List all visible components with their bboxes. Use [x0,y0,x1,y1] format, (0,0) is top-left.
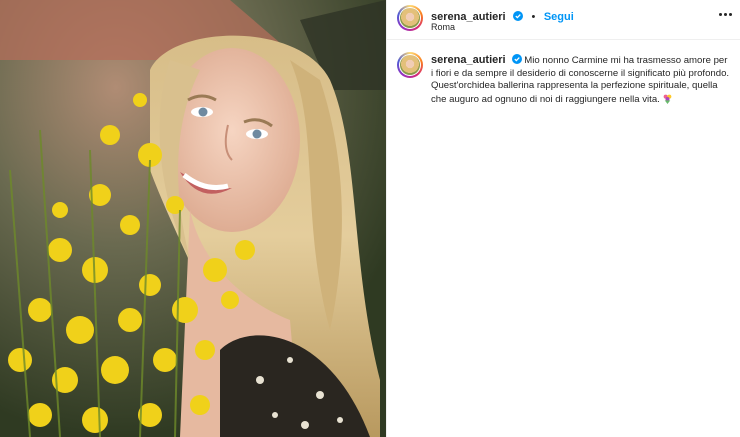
caption-text: serena_autieri Mio nonno Carmine mi ha t… [431,54,731,106]
verified-badge-icon [513,11,524,21]
caption-line-2: Quest'orchidea ballerina rappresenta la … [431,80,718,105]
location-link[interactable]: Roma [431,22,455,32]
follow-button[interactable]: Segui [544,11,574,23]
flower-bouquet-icon [663,94,672,104]
post-photo-illustration [0,0,386,437]
caption-username-link[interactable]: serena_autieri [431,54,506,66]
caption-avatar[interactable] [397,52,423,78]
more-options-icon[interactable] [719,12,733,18]
post-side-panel: serena_autieri • Segui Roma serena_autie… [386,0,740,437]
avatar[interactable] [397,5,423,31]
instagram-post: serena_autieri • Segui Roma serena_autie… [0,0,740,437]
post-header: serena_autieri • Segui Roma [387,0,740,40]
verified-badge-icon [511,54,522,64]
separator-dot: • [531,11,536,23]
post-photo[interactable] [0,0,386,437]
